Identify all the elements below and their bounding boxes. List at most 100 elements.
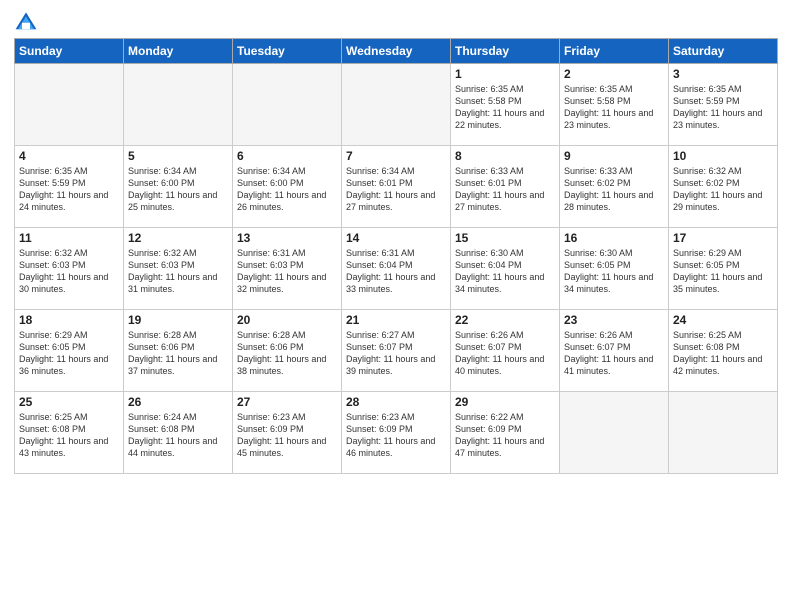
calendar-week-row: 4 Sunrise: 6:35 AM Sunset: 5:59 PM Daylig… [15, 146, 778, 228]
day-number: 16 [564, 231, 664, 245]
day-number: 10 [673, 149, 773, 163]
day-number: 6 [237, 149, 337, 163]
logo-icon [14, 10, 38, 34]
weekday-header-friday: Friday [560, 39, 669, 64]
day-info: Sunrise: 6:25 AM Sunset: 6:08 PM Dayligh… [19, 411, 119, 460]
calendar-empty-cell [233, 64, 342, 146]
day-number: 3 [673, 67, 773, 81]
day-info: Sunrise: 6:24 AM Sunset: 6:08 PM Dayligh… [128, 411, 228, 460]
day-info: Sunrise: 6:26 AM Sunset: 6:07 PM Dayligh… [455, 329, 555, 378]
day-number: 19 [128, 313, 228, 327]
calendar-empty-cell [560, 392, 669, 474]
calendar-day-21: 21Sunrise: 6:27 AM Sunset: 6:07 PM Dayli… [342, 310, 451, 392]
day-info: Sunrise: 6:32 AM Sunset: 6:02 PM Dayligh… [673, 165, 773, 214]
day-number: 25 [19, 395, 119, 409]
calendar-day-22: 22 Sunrise: 6:26 AM Sunset: 6:07 PM Dayli… [451, 310, 560, 392]
day-number: 22 [455, 313, 555, 327]
day-number: 1 [455, 67, 555, 81]
day-info: Sunrise: 6:34 AM Sunset: 6:01 PM Dayligh… [346, 165, 446, 214]
calendar-day-20: 20 Sunrise: 6:28 AM Sunset: 6:06 PM Dayli… [233, 310, 342, 392]
calendar-empty-cell [342, 64, 451, 146]
day-number: 23 [564, 313, 664, 327]
day-info: Sunrise: 6:29 AM Sunset: 6:05 PM Dayligh… [673, 247, 773, 296]
day-info: Sunrise: 6:22 AM Sunset: 6:09 PM Dayligh… [455, 411, 555, 460]
calendar-day-11: 11 Sunrise: 6:32 AM Sunset: 6:03 PM Dayli… [15, 228, 124, 310]
calendar-day-24: 24Sunrise: 6:25 AM Sunset: 6:08 PM Dayli… [669, 310, 778, 392]
day-info: Sunrise: 6:25 AM Sunset: 6:08 PM Dayligh… [673, 329, 773, 378]
weekday-header-sunday: Sunday [15, 39, 124, 64]
day-info: Sunrise: 6:30 AM Sunset: 6:05 PM Dayligh… [564, 247, 664, 296]
day-info: Sunrise: 6:28 AM Sunset: 6:06 PM Dayligh… [237, 329, 337, 378]
calendar-day-27: 27 Sunrise: 6:23 AM Sunset: 6:09 PM Dayli… [233, 392, 342, 474]
day-number: 28 [346, 395, 446, 409]
weekday-header-thursday: Thursday [451, 39, 560, 64]
calendar-week-row: 25 Sunrise: 6:25 AM Sunset: 6:08 PM Dayli… [15, 392, 778, 474]
day-number: 27 [237, 395, 337, 409]
calendar-empty-cell [669, 392, 778, 474]
day-info: Sunrise: 6:23 AM Sunset: 6:09 PM Dayligh… [346, 411, 446, 460]
day-number: 14 [346, 231, 446, 245]
calendar-day-16: 16 Sunrise: 6:30 AM Sunset: 6:05 PM Dayli… [560, 228, 669, 310]
calendar-week-row: 11 Sunrise: 6:32 AM Sunset: 6:03 PM Dayli… [15, 228, 778, 310]
day-info: Sunrise: 6:31 AM Sunset: 6:04 PM Dayligh… [346, 247, 446, 296]
day-info: Sunrise: 6:26 AM Sunset: 6:07 PM Dayligh… [564, 329, 664, 378]
calendar-day-9: 9Sunrise: 6:33 AM Sunset: 6:02 PM Daylig… [560, 146, 669, 228]
day-info: Sunrise: 6:35 AM Sunset: 5:59 PM Dayligh… [19, 165, 119, 214]
calendar-day-10: 10 Sunrise: 6:32 AM Sunset: 6:02 PM Dayli… [669, 146, 778, 228]
day-number: 29 [455, 395, 555, 409]
day-info: Sunrise: 6:34 AM Sunset: 6:00 PM Dayligh… [128, 165, 228, 214]
day-number: 5 [128, 149, 228, 163]
day-info: Sunrise: 6:34 AM Sunset: 6:00 PM Dayligh… [237, 165, 337, 214]
weekday-header-wednesday: Wednesday [342, 39, 451, 64]
calendar-day-14: 14 Sunrise: 6:31 AM Sunset: 6:04 PM Dayli… [342, 228, 451, 310]
day-number: 2 [564, 67, 664, 81]
calendar-day-5: 5 Sunrise: 6:34 AM Sunset: 6:00 PM Daylig… [124, 146, 233, 228]
calendar-week-row: 18 Sunrise: 6:29 AM Sunset: 6:05 PM Dayli… [15, 310, 778, 392]
day-number: 4 [19, 149, 119, 163]
calendar-day-1: 1Sunrise: 6:35 AM Sunset: 5:58 PM Daylig… [451, 64, 560, 146]
calendar-empty-cell [124, 64, 233, 146]
day-number: 11 [19, 231, 119, 245]
calendar-day-2: 2 Sunrise: 6:35 AM Sunset: 5:58 PM Daylig… [560, 64, 669, 146]
day-info: Sunrise: 6:33 AM Sunset: 6:01 PM Dayligh… [455, 165, 555, 214]
calendar-day-4: 4 Sunrise: 6:35 AM Sunset: 5:59 PM Daylig… [15, 146, 124, 228]
day-info: Sunrise: 6:28 AM Sunset: 6:06 PM Dayligh… [128, 329, 228, 378]
calendar-day-29: 29 Sunrise: 6:22 AM Sunset: 6:09 PM Dayli… [451, 392, 560, 474]
calendar-table: SundayMondayTuesdayWednesdayThursdayFrid… [14, 38, 778, 474]
calendar-day-3: 3 Sunrise: 6:35 AM Sunset: 5:59 PM Daylig… [669, 64, 778, 146]
calendar-day-8: 8Sunrise: 6:33 AM Sunset: 6:01 PM Daylig… [451, 146, 560, 228]
weekday-header-tuesday: Tuesday [233, 39, 342, 64]
calendar-day-17: 17Sunrise: 6:29 AM Sunset: 6:05 PM Dayli… [669, 228, 778, 310]
day-number: 18 [19, 313, 119, 327]
calendar-day-18: 18 Sunrise: 6:29 AM Sunset: 6:05 PM Dayli… [15, 310, 124, 392]
header [14, 10, 778, 34]
day-number: 26 [128, 395, 228, 409]
logo-area [14, 10, 42, 34]
day-number: 15 [455, 231, 555, 245]
day-number: 20 [237, 313, 337, 327]
calendar-day-19: 19 Sunrise: 6:28 AM Sunset: 6:06 PM Dayli… [124, 310, 233, 392]
day-info: Sunrise: 6:32 AM Sunset: 6:03 PM Dayligh… [19, 247, 119, 296]
day-info: Sunrise: 6:23 AM Sunset: 6:09 PM Dayligh… [237, 411, 337, 460]
calendar-day-15: 15 Sunrise: 6:30 AM Sunset: 6:04 PM Dayli… [451, 228, 560, 310]
day-info: Sunrise: 6:35 AM Sunset: 5:59 PM Dayligh… [673, 83, 773, 132]
weekday-header-row: SundayMondayTuesdayWednesdayThursdayFrid… [15, 39, 778, 64]
day-number: 7 [346, 149, 446, 163]
calendar-day-7: 7 Sunrise: 6:34 AM Sunset: 6:01 PM Daylig… [342, 146, 451, 228]
day-info: Sunrise: 6:32 AM Sunset: 6:03 PM Dayligh… [128, 247, 228, 296]
day-info: Sunrise: 6:29 AM Sunset: 6:05 PM Dayligh… [19, 329, 119, 378]
calendar-day-23: 23 Sunrise: 6:26 AM Sunset: 6:07 PM Dayli… [560, 310, 669, 392]
calendar-day-26: 26 Sunrise: 6:24 AM Sunset: 6:08 PM Dayli… [124, 392, 233, 474]
calendar-day-12: 12Sunrise: 6:32 AM Sunset: 6:03 PM Dayli… [124, 228, 233, 310]
day-info: Sunrise: 6:33 AM Sunset: 6:02 PM Dayligh… [564, 165, 664, 214]
day-info: Sunrise: 6:30 AM Sunset: 6:04 PM Dayligh… [455, 247, 555, 296]
page: SundayMondayTuesdayWednesdayThursdayFrid… [0, 0, 792, 612]
calendar-empty-cell [15, 64, 124, 146]
calendar-day-13: 13Sunrise: 6:31 AM Sunset: 6:03 PM Dayli… [233, 228, 342, 310]
calendar-day-28: 28 Sunrise: 6:23 AM Sunset: 6:09 PM Dayli… [342, 392, 451, 474]
weekday-header-monday: Monday [124, 39, 233, 64]
day-info: Sunrise: 6:35 AM Sunset: 5:58 PM Dayligh… [564, 83, 664, 132]
day-number: 13 [237, 231, 337, 245]
calendar-day-6: 6 Sunrise: 6:34 AM Sunset: 6:00 PM Daylig… [233, 146, 342, 228]
calendar-week-row: 1 Sunrise: 6:35 AM Sunset: 5:58 PM Daylig… [15, 64, 778, 146]
